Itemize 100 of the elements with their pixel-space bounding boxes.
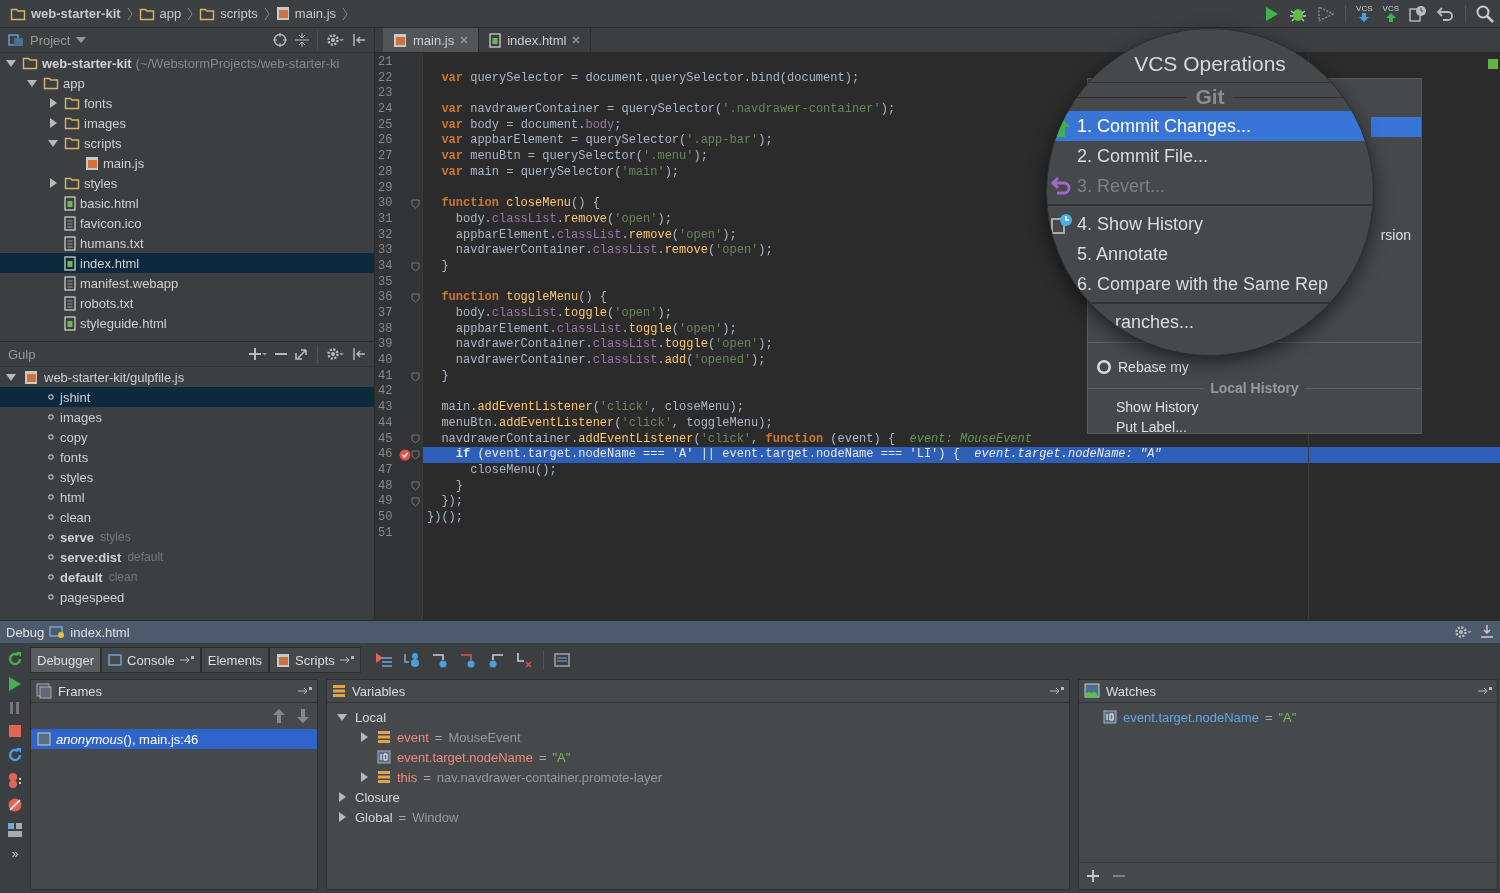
debug-tab[interactable]: Console: [101, 647, 201, 673]
history-icon[interactable]: [1409, 4, 1427, 23]
gulp-task[interactable]: default clean: [0, 567, 374, 587]
tree-item[interactable]: humans.txt: [0, 233, 374, 253]
step-into-icon[interactable]: [430, 652, 449, 668]
up-arrow-icon[interactable]: [273, 709, 285, 723]
gulp-task[interactable]: serve:dist default: [0, 547, 374, 567]
breadcrumb-item[interactable]: main.js: [275, 6, 337, 21]
coverage-icon[interactable]: [1317, 5, 1336, 22]
step-over-icon[interactable]: [402, 652, 421, 668]
locate-icon[interactable]: [273, 33, 287, 47]
variable-name[interactable]: this: [397, 769, 418, 785]
tree-item[interactable]: images: [0, 113, 374, 133]
run-icon[interactable]: [1265, 5, 1280, 22]
tree-item[interactable]: robots.txt: [0, 293, 374, 313]
tree-arrow-icon[interactable]: [48, 178, 58, 188]
hide-panel-icon[interactable]: [352, 33, 366, 47]
gulp-task[interactable]: pagespeed: [0, 587, 374, 607]
add-icon[interactable]: [249, 347, 267, 361]
project-view-selector[interactable]: Project: [8, 32, 87, 48]
collapse-all-icon[interactable]: [295, 33, 309, 47]
menu-item[interactable]: Put Label...: [1088, 417, 1421, 437]
vcs-update-button[interactable]: VCS: [1356, 5, 1373, 22]
search-icon[interactable]: [1476, 4, 1494, 23]
undo-icon[interactable]: [1437, 5, 1455, 22]
force-step-into-icon[interactable]: [458, 652, 477, 668]
pause-icon[interactable]: [8, 701, 22, 715]
tree-item[interactable]: basic.html: [0, 193, 374, 213]
debug-tab[interactable]: Elements: [200, 647, 269, 673]
breadcrumb-item[interactable]: app: [138, 6, 182, 21]
tree-item[interactable]: scripts: [0, 133, 374, 153]
debug-tab[interactable]: Scripts: [269, 647, 361, 673]
fold-marker-icon[interactable]: [411, 450, 420, 461]
tree-item[interactable]: app: [0, 73, 374, 93]
tree-arrow-icon[interactable]: [6, 372, 16, 382]
menu-item[interactable]: Show History: [1088, 397, 1421, 417]
fold-marker-icon[interactable]: [411, 481, 420, 492]
gulp-task[interactable]: serve styles: [0, 527, 374, 547]
debug-tab[interactable]: Debugger: [30, 647, 102, 673]
down-arrow-icon[interactable]: [297, 709, 309, 723]
variable-name[interactable]: Global: [355, 809, 393, 825]
gulp-task[interactable]: jshint: [0, 387, 374, 407]
tree-arrow-icon[interactable]: [6, 58, 16, 68]
fold-marker-icon[interactable]: [411, 497, 420, 508]
tree-arrow-icon[interactable]: [48, 118, 58, 128]
pin-icon[interactable]: [298, 686, 312, 696]
menu-item[interactable]: 5. Annotate: [1047, 239, 1373, 269]
fold-marker-icon[interactable]: [411, 371, 420, 382]
tree-item[interactable]: styles: [0, 173, 374, 193]
rerun-icon[interactable]: [7, 651, 23, 667]
fold-marker-icon[interactable]: [411, 434, 420, 445]
editor-tab[interactable]: main.js: [383, 28, 480, 52]
gulp-task[interactable]: fonts: [0, 447, 374, 467]
fold-marker-icon[interactable]: [411, 293, 420, 304]
stack-frame[interactable]: anonymous(), main.js:46: [31, 729, 317, 749]
pin-icon[interactable]: [1050, 686, 1064, 696]
settings-icon[interactable]: [326, 33, 344, 47]
gulp-task[interactable]: copy: [0, 427, 374, 447]
run-to-cursor-icon[interactable]: [514, 652, 533, 668]
pin-icon[interactable]: [179, 655, 194, 665]
settings-icon[interactable]: [1454, 625, 1472, 639]
pin-icon[interactable]: [339, 655, 354, 665]
pin-icon[interactable]: [1478, 686, 1492, 696]
close-icon[interactable]: [460, 36, 469, 44]
refresh-icon[interactable]: [7, 747, 23, 763]
more-button[interactable]: »: [11, 847, 19, 861]
tree-arrow-icon[interactable]: [337, 792, 347, 802]
tree-item[interactable]: web-starter-kit (~/WebstormProjects/web-starter-ki: [0, 53, 374, 73]
fold-marker-icon[interactable]: [411, 199, 420, 210]
tree-item[interactable]: main.js: [0, 153, 374, 173]
variable-name[interactable]: event: [397, 729, 429, 745]
menu-item[interactable]: 2. Commit File...: [1047, 141, 1373, 171]
fold-marker-icon[interactable]: [411, 261, 420, 272]
tree-arrow-icon[interactable]: [27, 78, 37, 88]
watch-expression[interactable]: event.target.nodeName: [1123, 709, 1259, 725]
menu-item[interactable]: 4. Show History: [1047, 209, 1373, 239]
settings-icon[interactable]: [326, 347, 344, 361]
tree-item[interactable]: web-starter-kit/gulpfile.js: [0, 367, 374, 387]
gulp-task[interactable]: styles: [0, 467, 374, 487]
vcs-commit-button[interactable]: VCS: [1382, 5, 1399, 22]
tree-item[interactable]: favicon.ico: [0, 213, 374, 233]
tree-item[interactable]: index.html: [0, 253, 374, 273]
tree-item[interactable]: manifest.webapp: [0, 273, 374, 293]
show-execution-point-icon[interactable]: [374, 652, 393, 668]
add-icon[interactable]: [1087, 870, 1099, 882]
gulp-task[interactable]: clean: [0, 507, 374, 527]
tree-arrow-icon[interactable]: [48, 138, 58, 148]
variable-name[interactable]: Local: [355, 709, 387, 725]
tree-arrow-icon[interactable]: [337, 812, 347, 822]
tree-arrow-icon[interactable]: [48, 98, 58, 108]
refresh-icon[interactable]: [295, 347, 309, 361]
variable-name[interactable]: Closure: [355, 789, 400, 805]
tree-arrow-icon[interactable]: [359, 772, 369, 782]
menu-item[interactable]: 6. Compare with the Same Rep: [1047, 269, 1373, 299]
breadcrumb-item[interactable]: web-starter-kit: [10, 6, 121, 21]
breakpoint-icon[interactable]: [399, 449, 411, 462]
gulp-task[interactable]: images: [0, 407, 374, 427]
close-icon[interactable]: [572, 36, 581, 44]
layout-icon[interactable]: [7, 822, 23, 838]
gulp-task[interactable]: html: [0, 487, 374, 507]
